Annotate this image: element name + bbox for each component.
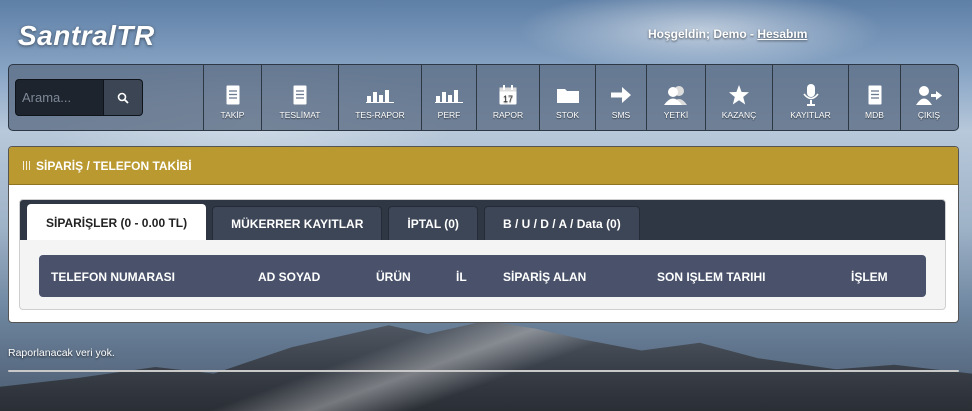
empty-message: Raporlanacak veri yok. (8, 347, 115, 359)
nav-label: TES-RAPOR (355, 109, 405, 120)
column-header: İL (456, 270, 467, 284)
divider (8, 370, 959, 372)
nav-label: ÇIKIŞ (917, 109, 941, 120)
column-header: İŞLEM (851, 270, 888, 284)
nav-yetki[interactable]: YETKİ (646, 65, 705, 130)
tab-bar: SİPARİŞLER (0 - 0.00 TL) MÜKERRER KAYITL… (20, 200, 945, 240)
nav-label: RAPOR (492, 109, 524, 120)
welcome-label: Hoşgeldin; Demo - (648, 27, 758, 41)
table-header: TELEFON NUMARASI AD SOYAD ÜRÜN İL SİPARİ… (39, 255, 926, 297)
panel-title: SİPARİŞ / TELEFON TAKİBİ (36, 158, 192, 173)
calendar-icon: 17 (499, 84, 517, 104)
nav-rapor[interactable]: 17 RAPOR (476, 65, 539, 130)
bar-chart-icon (366, 89, 394, 103)
search-area (9, 65, 203, 130)
nav-kayitlar[interactable]: KAYITLAR (772, 65, 848, 130)
nav-tes-rapor[interactable]: TES-RAPOR (338, 65, 421, 130)
nav-label: SMS (611, 109, 631, 120)
nav-label: KAZANÇ (721, 109, 757, 120)
nav-label: PERF (437, 109, 461, 120)
document-icon (226, 85, 239, 104)
column-header: SON IŞLEM TARIHI (657, 270, 766, 284)
arrow-right-icon (611, 86, 631, 103)
panel-header: SİPARİŞ / TELEFON TAKİBİ (9, 147, 958, 185)
orders-panel: SİPARİŞ / TELEFON TAKİBİ SİPARİŞLER (0 -… (8, 146, 959, 323)
search-input[interactable] (15, 79, 104, 116)
brand-logo: SantralTR (18, 20, 155, 51)
tab-budad-data[interactable]: B / U / D / A / Data (0) (483, 206, 640, 240)
nav-mdb[interactable]: MDB (848, 65, 900, 130)
column-header: TELEFON NUMARASI (51, 270, 175, 284)
tabs-container: SİPARİŞLER (0 - 0.00 TL) MÜKERRER KAYITL… (19, 199, 946, 310)
tab-mukerrer-kayitlar[interactable]: MÜKERRER KAYITLAR (212, 206, 383, 240)
document-icon (868, 85, 881, 104)
welcome-text: Hoşgeldin; Demo - Hesabım (648, 27, 807, 41)
nav-kazanc[interactable]: KAZANÇ (705, 65, 772, 130)
column-header: ÜRÜN (376, 270, 411, 284)
star-icon (729, 84, 749, 104)
nav-takip[interactable]: TAKİP (203, 65, 261, 130)
nav-sms[interactable]: SMS (595, 65, 646, 130)
nav-label: TAKİP (220, 109, 245, 120)
bar-chart-icon (435, 89, 463, 103)
search-icon (117, 92, 129, 104)
folder-icon (556, 88, 579, 103)
nav-label: TESLİMAT (279, 109, 321, 120)
nav-perf[interactable]: PERF (421, 65, 476, 130)
microphone-icon (802, 83, 819, 106)
tab-iptal[interactable]: İPTAL (0) (388, 206, 478, 240)
column-header: SİPARİŞ ALAN (503, 270, 587, 284)
search-button[interactable] (104, 79, 143, 116)
nav-stok[interactable]: STOK (539, 65, 595, 130)
column-header: AD SOYAD (258, 270, 321, 284)
nav-cikis[interactable]: ÇIKIŞ (900, 65, 957, 130)
nav-teslimat[interactable]: TESLİMAT (261, 65, 338, 130)
tab-siparisler[interactable]: SİPARİŞLER (0 - 0.00 TL) (27, 204, 207, 240)
nav-label: YETKİ (663, 109, 689, 120)
main-toolbar: TAKİP TESLİMAT TES-RAPOR PERF 17 RAPOR S… (8, 64, 959, 131)
svg-text:17: 17 (503, 94, 513, 104)
nav-label: STOK (556, 109, 579, 120)
nav-label: MDB (865, 109, 884, 120)
users-icon (664, 85, 687, 105)
nav-label: KAYITLAR (790, 109, 831, 120)
logout-icon (916, 85, 942, 105)
grip-icon (23, 161, 30, 170)
account-link[interactable]: Hesabım (757, 27, 807, 41)
document-icon (293, 85, 307, 104)
